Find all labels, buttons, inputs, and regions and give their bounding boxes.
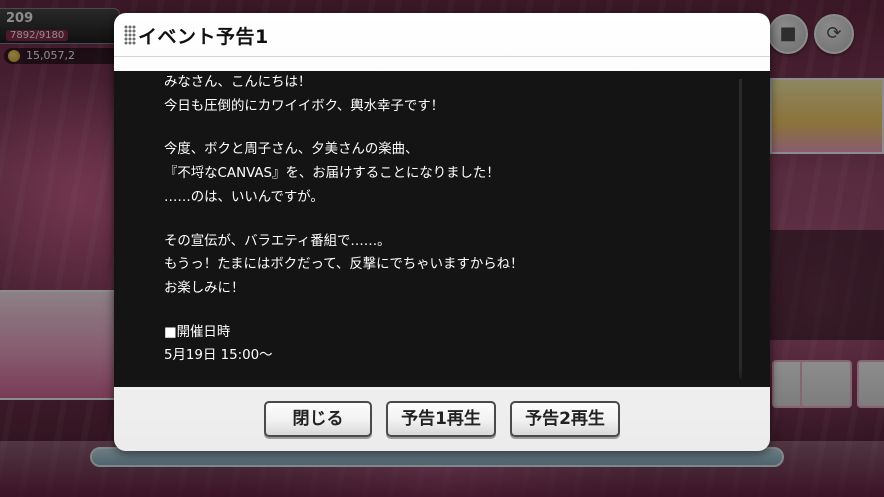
event-preview-dialog: イベント予告1 みなさん、こんにちは！ 今日も圧倒的にカワイイボク、輿水幸子です！… [114, 13, 770, 451]
announcement-line: ■開催日時 [164, 324, 231, 340]
scrollbar[interactable] [739, 79, 742, 379]
announcement-line: ……のは、いいんですが。 [164, 189, 324, 205]
dialog-content[interactable]: みなさん、こんにちは！ 今日も圧倒的にカワイイボク、輿水幸子です！ 今度、ボクと周子… [114, 71, 770, 387]
announcement-line: もうっ！たまにはボクだって、反撃にでちゃいますからね！ [164, 257, 524, 273]
close-button[interactable]: 閉じる [264, 401, 372, 437]
announcement-line: 今日も圧倒的にカワイイボク、輿水幸子です！ [164, 98, 444, 114]
play-preview-2-button[interactable]: 予告2再生 [510, 401, 620, 437]
announcement-line: 5月19日 15:00〜 [164, 348, 273, 364]
announcement-line: お楽しみに！ [164, 280, 245, 296]
announcement-line: 今度、ボクと周子さん、夕美さんの楽曲、 [164, 142, 419, 158]
announcement-line: その宣伝が、バラエティ番組で……。 [164, 233, 391, 249]
dialog-title: イベント予告1 [138, 26, 269, 48]
announcement-line: みなさん、こんにちは！ [164, 75, 312, 90]
announcement-text: みなさん、こんにちは！ 今日も圧倒的にカワイイボク、輿水幸子です！ 今度、ボクと周子… [164, 71, 714, 368]
play-preview-1-button[interactable]: 予告1再生 [386, 401, 496, 437]
dialog-header: イベント予告1 [114, 13, 770, 57]
grip-dots-icon [124, 25, 136, 45]
content-fade [114, 369, 770, 387]
dialog-button-row: 閉じる 予告1再生 予告2再生 [114, 397, 770, 441]
announcement-line: 『不埒なCANVAS』を、お届けすることになりました！ [164, 166, 500, 182]
